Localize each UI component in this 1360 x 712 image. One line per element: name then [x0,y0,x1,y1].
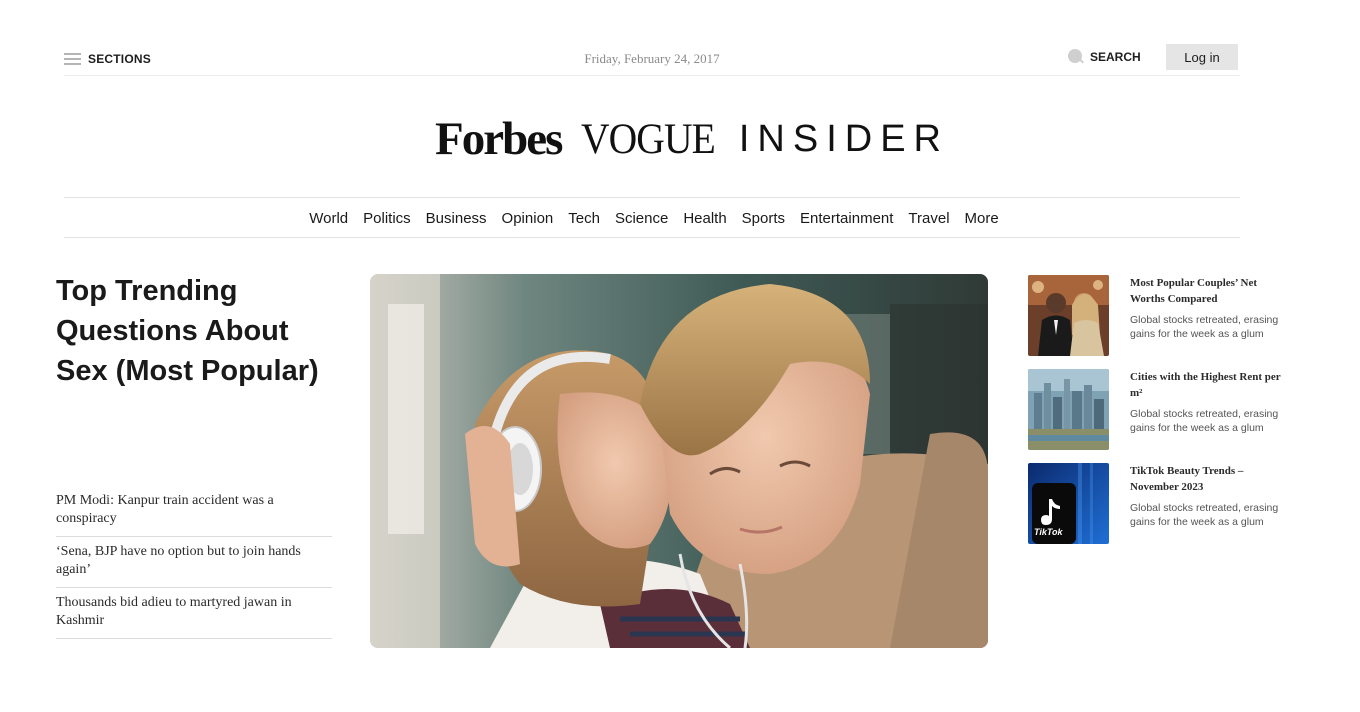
featured-headline[interactable]: Top Trending Questions About Sex (Most P… [56,271,336,391]
search-button[interactable]: SEARCH [1068,49,1141,65]
nav-item-entertainment[interactable]: Entertainment [800,210,893,227]
list-item[interactable]: Thousands bid adieu to martyred jawan in… [56,588,332,639]
list-item[interactable]: TikTok TikTok Beauty Trends – November 2… [1028,463,1328,545]
nav-item-politics[interactable]: Politics [363,210,411,227]
masthead-logos: Forbes VOGUE INSIDER [0,110,1360,168]
list-item[interactable]: ‘Sena, BJP have no option but to join ha… [56,537,332,588]
article-summary: Global stocks retreated, erasing gains f… [1130,408,1279,434]
search-label: SEARCH [1090,50,1141,64]
city-skyline-thumbnail[interactable] [1028,369,1109,450]
celebrity-couple-photo [1028,275,1109,356]
hero-photo [370,274,988,648]
login-button[interactable]: Log in [1166,44,1238,70]
nav-item-world[interactable]: World [309,210,348,227]
article-title: TikTok Beauty Trends – November 2023 [1130,465,1244,493]
tiktok-thumb-text: TikTok [1034,527,1064,537]
current-date: Friday, February 24, 2017 [584,51,720,66]
article-title: Most Popular Couples’ Net Worths Compare… [1130,277,1258,305]
news-list: PM Modi: Kanpur train accident was a con… [56,486,332,639]
nav-item-opinion[interactable]: Opinion [502,210,554,227]
main-nav: World Politics Business Opinion Tech Sci… [64,197,1240,238]
nav-item-more[interactable]: More [965,210,999,227]
article-summary: Global stocks retreated, erasing gains f… [1130,502,1279,528]
vogue-logo[interactable]: VOGUE [581,115,716,164]
celebrity-couple-thumbnail[interactable] [1028,275,1109,356]
city-skyline-photo [1028,369,1109,450]
tiktok-thumbnail[interactable]: TikTok [1028,463,1109,544]
nav-item-science[interactable]: Science [615,210,668,227]
nav-item-tech[interactable]: Tech [568,210,600,227]
article-title: Cities with the Highest Rent per m² [1130,371,1281,399]
nav-item-travel[interactable]: Travel [908,210,949,227]
search-icon [1068,49,1084,65]
insider-logo[interactable]: INSIDER [739,118,949,161]
list-item[interactable]: Cities with the Highest Rent per m² Glob… [1028,369,1328,451]
list-item[interactable]: PM Modi: Kanpur train accident was a con… [56,486,332,537]
nav-item-sports[interactable]: Sports [742,210,785,227]
nav-item-health[interactable]: Health [683,210,726,227]
nav-item-business[interactable]: Business [426,210,487,227]
top-bar: SECTIONS Friday, February 24, 2017 SEARC… [64,40,1240,76]
article-summary: Global stocks retreated, erasing gains f… [1130,314,1279,340]
forbes-logo[interactable]: Forbes [435,112,563,166]
list-item[interactable]: Most Popular Couples’ Net Worths Compare… [1028,275,1328,357]
hero-image[interactable] [370,274,988,648]
tiktok-logo-photo: TikTok [1028,463,1109,544]
